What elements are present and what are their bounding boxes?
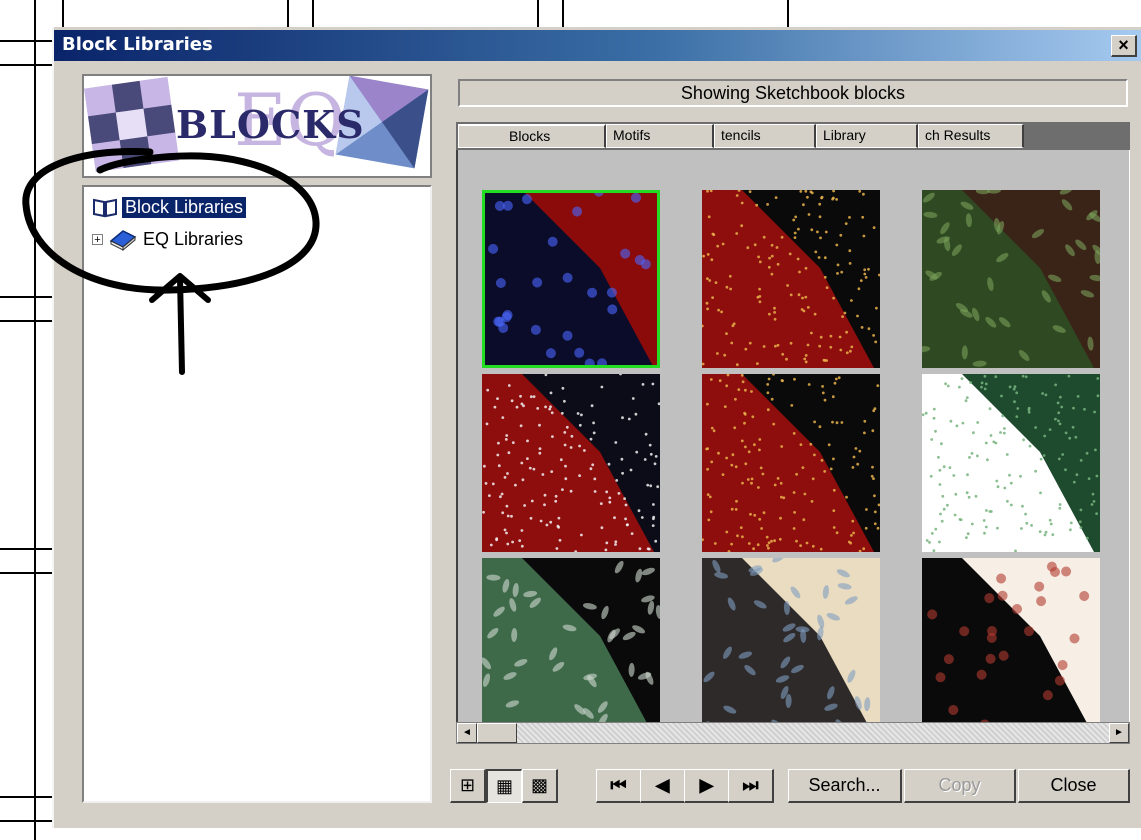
title-bar[interactable]: Block Libraries × <box>54 30 1141 61</box>
bottom-toolbar: ⊞ ▦ ▩ ⏮ ◀ ▶ ⏭ Search... Copy Close <box>54 767 1141 807</box>
block-tile[interactable] <box>922 374 1100 552</box>
close-icon: × <box>1118 35 1129 55</box>
view-small-button[interactable]: ▩ <box>522 769 558 803</box>
next-page-button[interactable]: ▶ <box>684 769 730 803</box>
book-icon <box>109 230 137 251</box>
view-large-icon: ⊞ <box>459 775 476 795</box>
view-medium-button[interactable]: ▦ <box>486 769 522 803</box>
tree-item-block-libraries[interactable]: Block Libraries <box>92 195 247 219</box>
block-tile[interactable] <box>482 190 660 368</box>
tab-search-results[interactable]: ch Results <box>918 124 1024 148</box>
block-tile[interactable] <box>702 190 880 368</box>
library-tree[interactable]: Block Libraries + EQ Libraries <box>82 185 432 803</box>
gallery-tabs: Blocks Motifs tencils Library ch Results <box>456 122 1130 150</box>
horizontal-scrollbar[interactable]: ◄ ► <box>456 722 1130 744</box>
block-tile[interactable] <box>482 374 660 552</box>
expand-icon[interactable]: + <box>92 233 103 245</box>
previous-page-button[interactable]: ◀ <box>640 769 686 803</box>
close-window-button[interactable]: × <box>1111 35 1137 57</box>
scroll-left-icon[interactable]: ◄ <box>457 723 477 743</box>
first-page-button[interactable]: ⏮ <box>596 769 642 803</box>
block-tile[interactable] <box>482 558 660 722</box>
tree-item-eq-libraries[interactable]: + EQ Libraries <box>92 227 243 251</box>
scroll-thumb[interactable] <box>477 723 517 743</box>
eq-blocks-logo: EQ BLOCKS <box>82 74 432 178</box>
copy-button[interactable]: Copy <box>904 769 1016 803</box>
previous-page-icon: ◀ <box>655 775 670 795</box>
search-button[interactable]: Search... <box>788 769 902 803</box>
view-small-icon: ▩ <box>530 775 548 795</box>
first-page-icon: ⏮ <box>610 775 627 795</box>
block-tile[interactable] <box>922 190 1100 368</box>
close-button[interactable]: Close <box>1018 769 1130 803</box>
tab-blocks[interactable]: Blocks <box>458 124 606 148</box>
tree-child-label: EQ Libraries <box>143 228 244 249</box>
view-large-button[interactable]: ⊞ <box>450 769 486 803</box>
logo-blocks-text: BLOCKS <box>176 102 365 147</box>
open-book-icon <box>93 198 117 218</box>
tab-library[interactable]: Library <box>816 124 918 148</box>
block-tile[interactable] <box>922 558 1100 722</box>
tab-stencils[interactable]: tencils <box>714 124 816 148</box>
last-page-icon: ⏭ <box>742 775 759 795</box>
block-tile[interactable] <box>702 374 880 552</box>
last-page-button[interactable]: ⏭ <box>728 769 774 803</box>
gallery-heading: Showing Sketchbook blocks <box>458 79 1128 107</box>
block-gallery[interactable] <box>456 150 1130 722</box>
next-page-icon: ▶ <box>699 775 714 795</box>
window-title: Block Libraries <box>62 34 213 55</box>
view-medium-icon: ▦ <box>495 776 513 796</box>
tab-motifs[interactable]: Motifs <box>606 124 714 148</box>
tree-root-label: Block Libraries <box>122 196 247 218</box>
scroll-right-icon[interactable]: ► <box>1109 723 1129 743</box>
block-libraries-dialog: Block Libraries × EQ BLOCKS Block Librar… <box>52 27 1141 828</box>
block-tile[interactable] <box>702 558 880 722</box>
